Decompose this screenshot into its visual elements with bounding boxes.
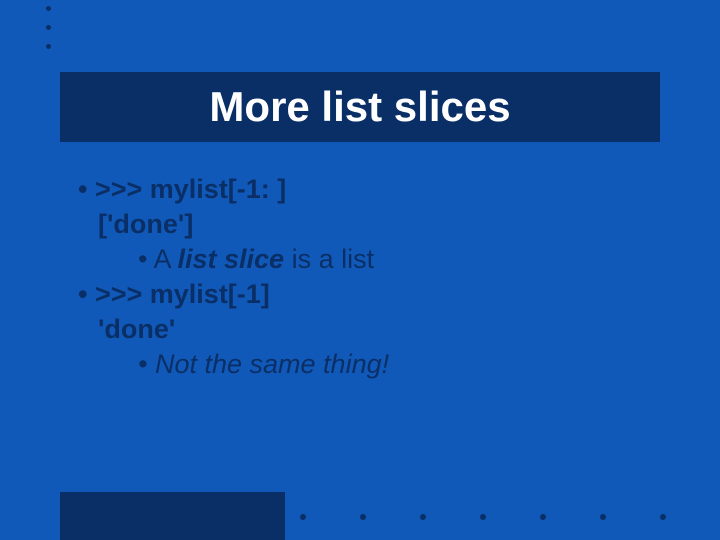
dot-icon xyxy=(540,514,546,520)
dot-icon xyxy=(360,514,366,520)
dot-icon xyxy=(600,514,606,520)
sub-bullet-2: • Not the same thing! xyxy=(138,347,389,382)
bullet-2-output: 'done' xyxy=(98,312,389,347)
decor-bottom-bar xyxy=(60,492,285,540)
decor-dots-top xyxy=(46,6,51,49)
dot-icon xyxy=(46,25,51,30)
dot-icon xyxy=(46,6,51,11)
dot-icon xyxy=(480,514,486,520)
bullet-2-code: • >>> mylist[-1] xyxy=(78,277,389,312)
dot-icon xyxy=(660,514,666,520)
dot-icon xyxy=(300,514,306,520)
slide-body: • >>> mylist[-1: ] ['done'] • A list sli… xyxy=(78,172,389,383)
dot-icon xyxy=(420,514,426,520)
bullet-1-code: • >>> mylist[-1: ] xyxy=(78,172,389,207)
decor-dots-bottom xyxy=(300,514,720,520)
dot-icon xyxy=(46,44,51,49)
sub-bullet-1: • A list slice is a list xyxy=(138,242,389,277)
bullet-1-output: ['done'] xyxy=(98,207,389,242)
slide-title: More list slices xyxy=(209,83,510,131)
title-bar: More list slices xyxy=(60,72,660,142)
